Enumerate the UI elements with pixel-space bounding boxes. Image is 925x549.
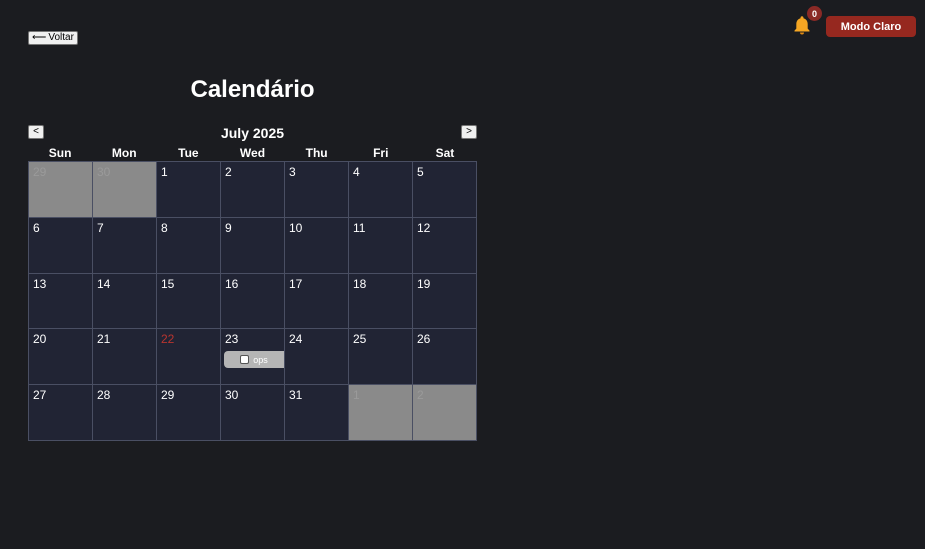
calendar-day[interactable]: 3	[285, 162, 349, 218]
calendar-day[interactable]: 4	[349, 162, 413, 218]
weekday-label: Mon	[111, 146, 137, 160]
calendar-day[interactable]: 11	[349, 217, 413, 274]
calendar-day[interactable]: 12	[413, 217, 477, 274]
page-title: Calendário	[190, 76, 315, 103]
day-number: 19	[417, 276, 431, 291]
calendar-day[interactable]: 15	[157, 273, 221, 330]
month-label: July 2025	[220, 125, 285, 141]
day-number: 2	[225, 165, 232, 179]
calendar-day[interactable]: 27	[29, 385, 93, 441]
notification-count-badge: 0	[807, 6, 822, 21]
arrow-left-icon: ⟵	[32, 32, 47, 43]
back-button[interactable]: ⟵ Voltar	[28, 31, 78, 45]
theme-toggle-button[interactable]: Modo Claro	[826, 16, 916, 37]
day-number: 8	[161, 220, 168, 235]
event-title: ops	[253, 354, 268, 365]
day-number: 13	[33, 276, 47, 291]
day-number: 24	[289, 332, 303, 347]
calendar-day[interactable]: 28	[93, 385, 157, 441]
calendar-day[interactable]: 23 ops	[221, 329, 285, 386]
day-number: 9	[225, 220, 232, 235]
day-number: 20	[33, 332, 47, 347]
calendar-day[interactable]: 5	[413, 162, 477, 218]
notifications-button[interactable]: 0	[791, 6, 822, 38]
calendar-day[interactable]: 22	[157, 329, 221, 386]
calendar-day[interactable]: 20	[29, 329, 93, 386]
calendar-day[interactable]: 1	[157, 162, 221, 218]
day-number: 22	[161, 332, 175, 347]
calendar-day[interactable]: 8	[157, 217, 221, 274]
calendar-day[interactable]: 24	[285, 329, 349, 386]
calendar-day[interactable]: 30	[221, 385, 285, 441]
calendar-day-outside-month[interactable]: 2	[413, 385, 477, 441]
day-number: 2	[417, 388, 424, 403]
weekday-label: Wed	[239, 146, 266, 160]
calendar-grid: 29 30 1 2 3 4 5 6 7 8 9 10 11 12 13 14 15 16 17 18 19 20 21 22 2…	[28, 161, 477, 441]
calendar-day[interactable]: 9	[221, 217, 285, 274]
calendar-day-outside-month[interactable]: 1	[349, 385, 413, 441]
weekday-label: Fri	[373, 146, 389, 160]
day-number: 29	[33, 165, 47, 179]
weekday-header: Sun Mon Tue Wed Thu Fri Sat	[28, 146, 477, 160]
next-month-button[interactable]: >	[461, 125, 477, 139]
calendar-day[interactable]: 19	[413, 273, 477, 330]
calendar-day[interactable]: 16	[221, 273, 285, 330]
day-number: 21	[97, 332, 111, 347]
checkbox-icon[interactable]	[240, 355, 250, 365]
calendar-day[interactable]: 14	[93, 273, 157, 330]
day-number: 5	[417, 165, 424, 179]
calendar-day[interactable]: 6	[29, 217, 93, 274]
day-number: 6	[33, 220, 40, 235]
day-number: 30	[225, 388, 239, 403]
event-chip[interactable]: ops	[224, 351, 284, 369]
calendar-day[interactable]: 13	[29, 273, 93, 330]
day-number: 27	[33, 388, 47, 403]
day-number: 12	[417, 220, 431, 235]
weekday-label: Tue	[178, 146, 199, 160]
calendar-day[interactable]: 25	[349, 329, 413, 386]
day-number: 29	[161, 388, 175, 403]
calendar-day[interactable]: 31	[285, 385, 349, 441]
day-number: 25	[353, 332, 367, 347]
day-number: 1	[161, 165, 168, 179]
day-number: 26	[417, 332, 431, 347]
calendar-day[interactable]: 17	[285, 273, 349, 330]
day-number: 15	[161, 276, 175, 291]
day-number: 1	[353, 388, 360, 403]
weekday-label: Sat	[435, 146, 455, 160]
calendar-day[interactable]: 18	[349, 273, 413, 330]
day-number: 16	[225, 276, 239, 291]
calendar-day[interactable]: 21	[93, 329, 157, 386]
calendar-day[interactable]: 10	[285, 217, 349, 274]
day-number: 11	[353, 220, 366, 235]
back-button-label: Voltar	[48, 32, 74, 43]
day-number: 17	[289, 276, 303, 291]
day-number: 3	[289, 165, 296, 179]
calendar-day-outside-month[interactable]: 29	[29, 162, 93, 218]
day-number: 14	[97, 276, 111, 291]
month-navigation: < July 2025 >	[28, 124, 477, 142]
calendar-day-outside-month[interactable]: 30	[93, 162, 157, 218]
calendar-day[interactable]: 2	[221, 162, 285, 218]
day-number: 7	[97, 220, 104, 235]
day-number: 10	[289, 220, 303, 235]
day-number: 18	[353, 276, 367, 291]
day-number: 4	[353, 165, 360, 179]
day-number: 23	[225, 332, 239, 347]
day-number: 30	[97, 165, 111, 179]
calendar-day[interactable]: 26	[413, 329, 477, 386]
day-number: 31	[289, 388, 303, 403]
calendar-day[interactable]: 29	[157, 385, 221, 441]
day-number: 28	[97, 388, 111, 403]
weekday-label: Sun	[48, 146, 72, 160]
calendar-day[interactable]: 7	[93, 217, 157, 274]
weekday-label: Thu	[305, 146, 328, 160]
